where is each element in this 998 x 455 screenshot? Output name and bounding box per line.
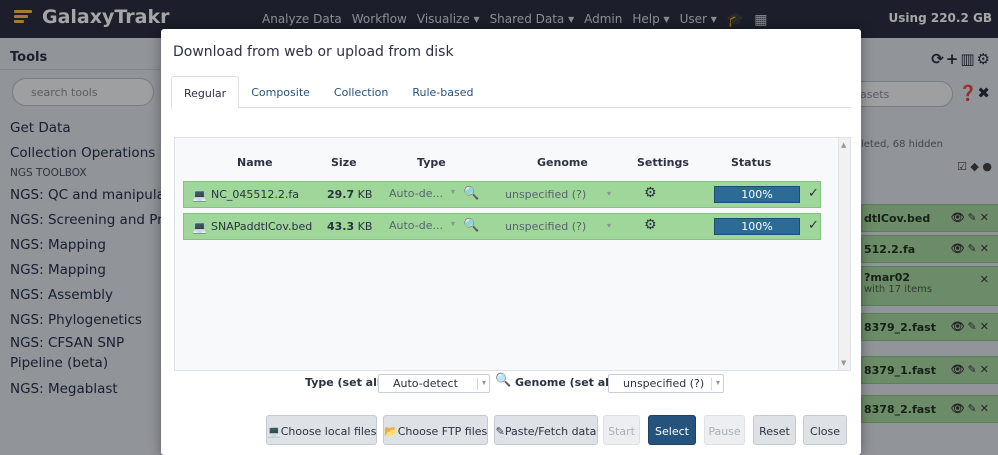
column-status: Status: [731, 156, 772, 169]
genome-value: unspecified (?): [505, 188, 587, 201]
upload-file-name: NC_045512.2.fa: [211, 188, 300, 201]
check-icon: ✓: [808, 218, 819, 233]
file-type-select[interactable]: Auto-de... ▾: [389, 187, 464, 204]
edit-icon: ✎: [495, 425, 505, 438]
genome-value: unspecified (?): [505, 220, 587, 233]
type-set-all-value: Auto-detect: [393, 377, 458, 390]
close-button[interactable]: Close: [803, 415, 847, 445]
pause-button[interactable]: Pause: [704, 415, 745, 445]
type-set-all-select[interactable]: Auto-detect ▾: [378, 374, 490, 393]
chevron-down-icon: ▾: [607, 221, 612, 230]
file-size-unit: KB: [357, 188, 373, 201]
gear-icon[interactable]: ⚙: [644, 185, 657, 201]
genome-set-all-label: Genome (set all):: [515, 376, 623, 389]
laptop-icon: 💻: [267, 425, 281, 438]
genome-set-all-value: unspecified (?): [623, 377, 705, 390]
file-type-value: Auto-de...: [389, 219, 443, 232]
column-type: Type: [417, 156, 446, 169]
reset-button[interactable]: Reset: [753, 415, 796, 445]
search-icon[interactable]: 🔍: [495, 373, 511, 388]
genome-set-all-select[interactable]: unspecified (?) ▾: [608, 374, 724, 393]
tab-composite[interactable]: Composite: [239, 76, 322, 108]
check-icon: ✓: [808, 186, 819, 201]
dialog-title: Download from web or upload from disk: [173, 44, 454, 60]
search-icon[interactable]: 🔍: [463, 218, 479, 233]
file-type-value: Auto-de...: [389, 187, 443, 200]
column-genome: Genome: [537, 156, 588, 169]
chevron-down-icon: ▾: [476, 378, 486, 390]
file-size-value: 29.7: [327, 188, 355, 201]
upload-row: 💻 SNAPaddtlCov.bed 43.3 KB Auto-de... ▾ 🔍…: [183, 213, 821, 240]
tab-collection[interactable]: Collection: [322, 76, 400, 108]
gear-icon[interactable]: ⚙: [644, 217, 657, 233]
upload-progress-bar: 100%: [714, 218, 800, 235]
column-settings: Settings: [637, 156, 689, 169]
paste-fetch-label: Paste/Fetch data: [504, 425, 597, 438]
paste-fetch-button[interactable]: ✎Paste/Fetch data: [494, 415, 598, 445]
upload-tabs: Regular Composite Collection Rule-based: [171, 76, 851, 109]
chevron-down-icon: ▾: [710, 378, 720, 390]
laptop-icon: 💻: [192, 188, 207, 202]
scroll-up-icon[interactable]: ▲: [841, 141, 846, 149]
upload-column-headers: Name Size Type Genome Settings Status: [175, 153, 835, 173]
file-type-select[interactable]: Auto-de... ▾: [389, 219, 464, 236]
upload-file-name: SNAPaddtlCov.bed: [211, 220, 313, 233]
upload-row: 💻 NC_045512.2.fa 29.7 KB Auto-de... ▾ 🔍 u…: [183, 181, 821, 208]
column-size: Size: [331, 156, 357, 169]
start-button[interactable]: Start: [603, 415, 640, 445]
upload-file-size: 43.3 KB: [327, 220, 372, 233]
choose-local-files-button[interactable]: 💻Choose local files: [266, 415, 377, 445]
upload-progress-bar: 100%: [714, 186, 800, 203]
upload-scrollbar[interactable]: ▲ ▼: [838, 138, 850, 370]
genome-select[interactable]: unspecified (?) ▾: [505, 220, 611, 233]
chevron-down-icon: ▾: [607, 189, 612, 198]
choose-local-files-label: Choose local files: [280, 425, 377, 438]
upload-queue: Name Size Type Genome Settings Status 💻 …: [174, 137, 851, 371]
choose-ftp-files-label: Choose FTP files: [397, 425, 488, 438]
genome-select[interactable]: unspecified (?) ▾: [505, 188, 611, 201]
laptop-icon: 💻: [192, 220, 207, 234]
chevron-down-icon: ▾: [451, 187, 456, 196]
column-name: Name: [237, 156, 273, 169]
upload-dialog: Download from web or upload from disk Re…: [161, 29, 861, 455]
file-size-value: 43.3: [327, 220, 355, 233]
choose-ftp-files-button[interactable]: 📂Choose FTP files: [383, 415, 488, 445]
select-button[interactable]: Select: [648, 415, 696, 445]
chevron-down-icon: ▾: [451, 219, 456, 228]
folder-icon: 📂: [384, 425, 398, 438]
scroll-down-icon[interactable]: ▼: [841, 359, 846, 367]
file-size-unit: KB: [357, 220, 373, 233]
tab-rule-based[interactable]: Rule-based: [400, 76, 485, 108]
upload-file-size: 29.7 KB: [327, 188, 372, 201]
search-icon[interactable]: 🔍: [463, 186, 479, 201]
tab-regular[interactable]: Regular: [171, 76, 240, 109]
